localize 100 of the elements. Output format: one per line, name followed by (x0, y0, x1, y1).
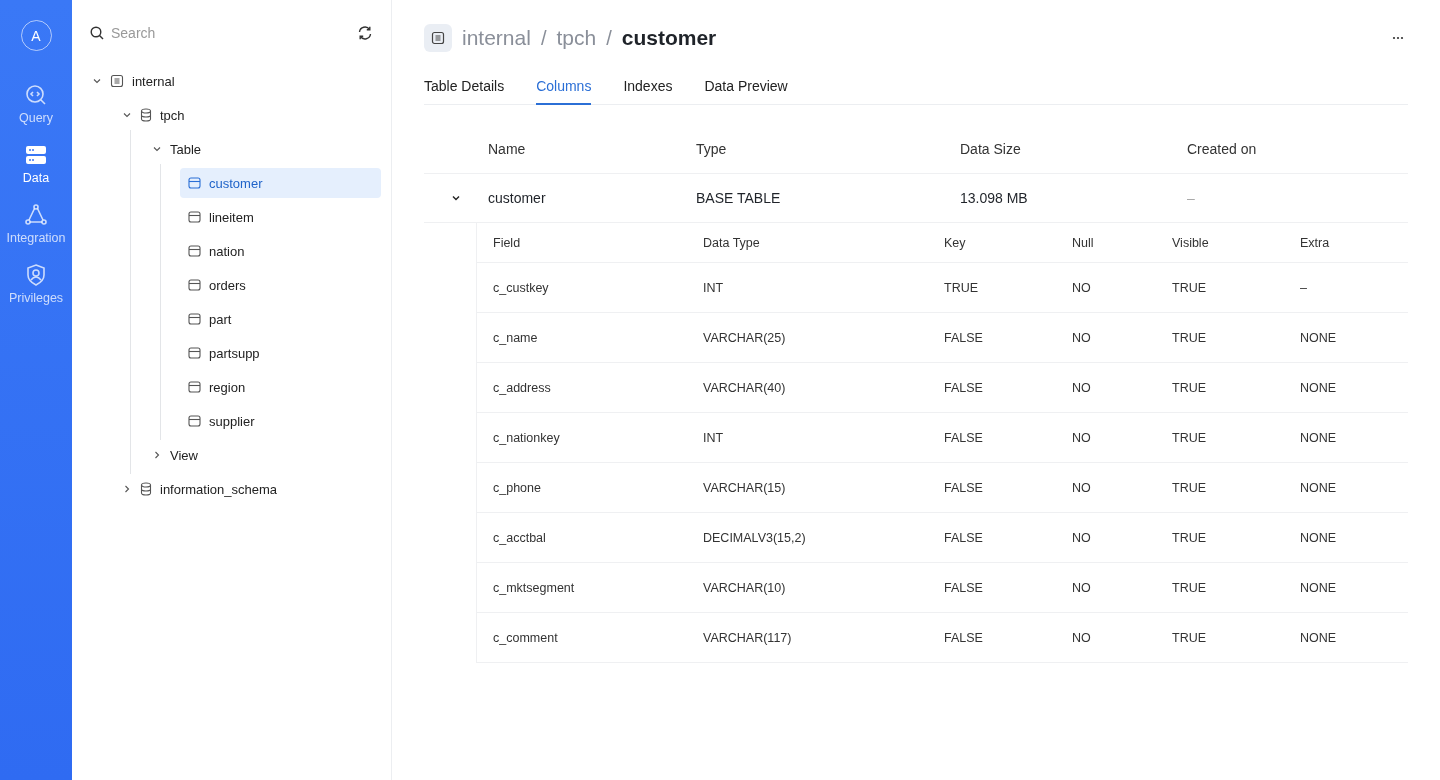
nav-item[interactable]: Data (22, 143, 50, 185)
table-icon (188, 347, 201, 359)
table-cell-text: NO (1072, 380, 1092, 395)
table-icon (188, 211, 201, 223)
table-cell-text: VARCHAR(40) (703, 380, 787, 395)
column-header: Key (944, 235, 967, 250)
breadcrumb-current: customer (621, 26, 717, 50)
table-cell-text: NO (1072, 480, 1092, 495)
column-header: Data Type (703, 235, 761, 250)
table-cell-text: customer (488, 190, 547, 206)
table-icon (188, 177, 201, 189)
chevron-icon (122, 484, 132, 494)
more-icon[interactable] (1392, 36, 1404, 40)
table-cell-text: TRUE (1172, 430, 1208, 445)
table-cell-text: c_phone (493, 480, 542, 495)
tab[interactable]: Data Preview (704, 72, 788, 105)
table-cell-text: NO (1072, 330, 1092, 345)
chevron-icon (152, 144, 162, 154)
column-header: Created on (1187, 141, 1258, 157)
table-cell-text: NONE (1300, 380, 1338, 395)
table-cell-text: c_acctbal (493, 530, 547, 545)
column-header: Visible (1172, 235, 1210, 250)
table-cell-text: c_mktsegment (493, 580, 576, 595)
table-cell-text: TRUE (1172, 280, 1208, 295)
table-cell-text: FALSE (944, 530, 984, 545)
table-cell-text: 13.098 MB (960, 190, 1029, 206)
table-cell-text: TRUE (1172, 330, 1208, 345)
column-header: Extra (1300, 235, 1331, 250)
table-cell-text: TRUE (1172, 530, 1208, 545)
table-cell-text: VARCHAR(10) (703, 580, 787, 595)
tree-item[interactable]: lineitem (180, 202, 381, 232)
table-icon (188, 415, 201, 427)
table-cell-text: c_name (493, 330, 539, 345)
shield-user-icon (24, 263, 48, 287)
list-icon (110, 74, 124, 88)
table-icon (188, 313, 201, 325)
table-cell-text: NO (1072, 280, 1092, 295)
table-cell-text: – (1187, 190, 1196, 206)
table-cell-text: FALSE (944, 580, 984, 595)
table-cell-text: NO (1072, 530, 1092, 545)
server-icon (24, 143, 48, 167)
table-cell-text: DECIMALV3(15,2) (703, 530, 807, 545)
document-icon (424, 24, 452, 52)
table-icon (188, 245, 201, 257)
chevron-icon (152, 450, 162, 460)
tree-item[interactable]: part (180, 304, 381, 334)
table-cell-text: TRUE (1172, 380, 1208, 395)
table-cell-text: NO (1072, 580, 1092, 595)
table-cell-text: – (1300, 280, 1308, 295)
tree-item[interactable]: orders (180, 270, 381, 300)
tab[interactable]: Table Details (424, 72, 505, 105)
tab[interactable]: Indexes (623, 72, 673, 105)
refresh-icon[interactable] (357, 25, 373, 41)
tree-item[interactable]: region (180, 372, 381, 402)
tree-item[interactable]: partsupp (180, 338, 381, 368)
table-cell-text: NO (1072, 430, 1092, 445)
table-cell-text: TRUE (944, 280, 980, 295)
table-cell-text: NONE (1300, 530, 1338, 545)
table-cell-text: c_address (493, 380, 552, 395)
table-icon (188, 279, 201, 291)
table-cell-text: INT (703, 280, 725, 295)
table-cell-text: TRUE (1172, 580, 1208, 595)
tree-item[interactable]: Table (150, 134, 381, 164)
tree-item[interactable]: internal (90, 66, 381, 96)
table-cell-text: VARCHAR(25) (703, 330, 787, 345)
table-cell-text: NONE (1300, 430, 1338, 445)
column-header: Null (1072, 235, 1095, 250)
chevron-icon (122, 110, 132, 120)
tree-item[interactable]: customer (180, 168, 381, 198)
tree-item[interactable]: information_schema (120, 474, 381, 504)
table-cell-text: FALSE (944, 380, 984, 395)
database-icon (140, 108, 152, 122)
search-icon (90, 26, 104, 40)
table-cell-text: INT (703, 430, 725, 445)
table-cell-text: NONE (1300, 580, 1338, 595)
code-search-icon (24, 83, 48, 107)
table-cell-text: TRUE (1172, 480, 1208, 495)
column-header: Field (493, 235, 522, 250)
tree-item[interactable]: tpch (120, 100, 381, 130)
table-cell-text: c_comment (493, 630, 559, 645)
table-cell-text: NONE (1300, 330, 1338, 345)
column-header: Name (488, 141, 527, 157)
tab[interactable]: Columns (536, 72, 592, 105)
chevron-icon (92, 76, 102, 86)
tree-item[interactable]: View (150, 440, 381, 470)
table-cell-text: VARCHAR(15) (703, 480, 787, 495)
column-header: Type (696, 141, 728, 157)
chevron-icon[interactable] (451, 193, 461, 203)
tree-item[interactable]: nation (180, 236, 381, 266)
tree-item[interactable]: supplier (180, 406, 381, 436)
breadcrumb-separator: / (540, 26, 547, 50)
table-cell-text: NONE (1300, 630, 1338, 645)
table-cell-text: BASE TABLE (696, 190, 782, 206)
table-cell-text: c_custkey (493, 280, 550, 295)
table-cell-text: FALSE (944, 430, 984, 445)
network-icon (24, 203, 48, 227)
table-cell-text: FALSE (944, 630, 984, 645)
table-cell-text: FALSE (944, 330, 984, 345)
table-cell-text: NONE (1300, 480, 1338, 495)
breadcrumb-separator: / (606, 26, 612, 50)
